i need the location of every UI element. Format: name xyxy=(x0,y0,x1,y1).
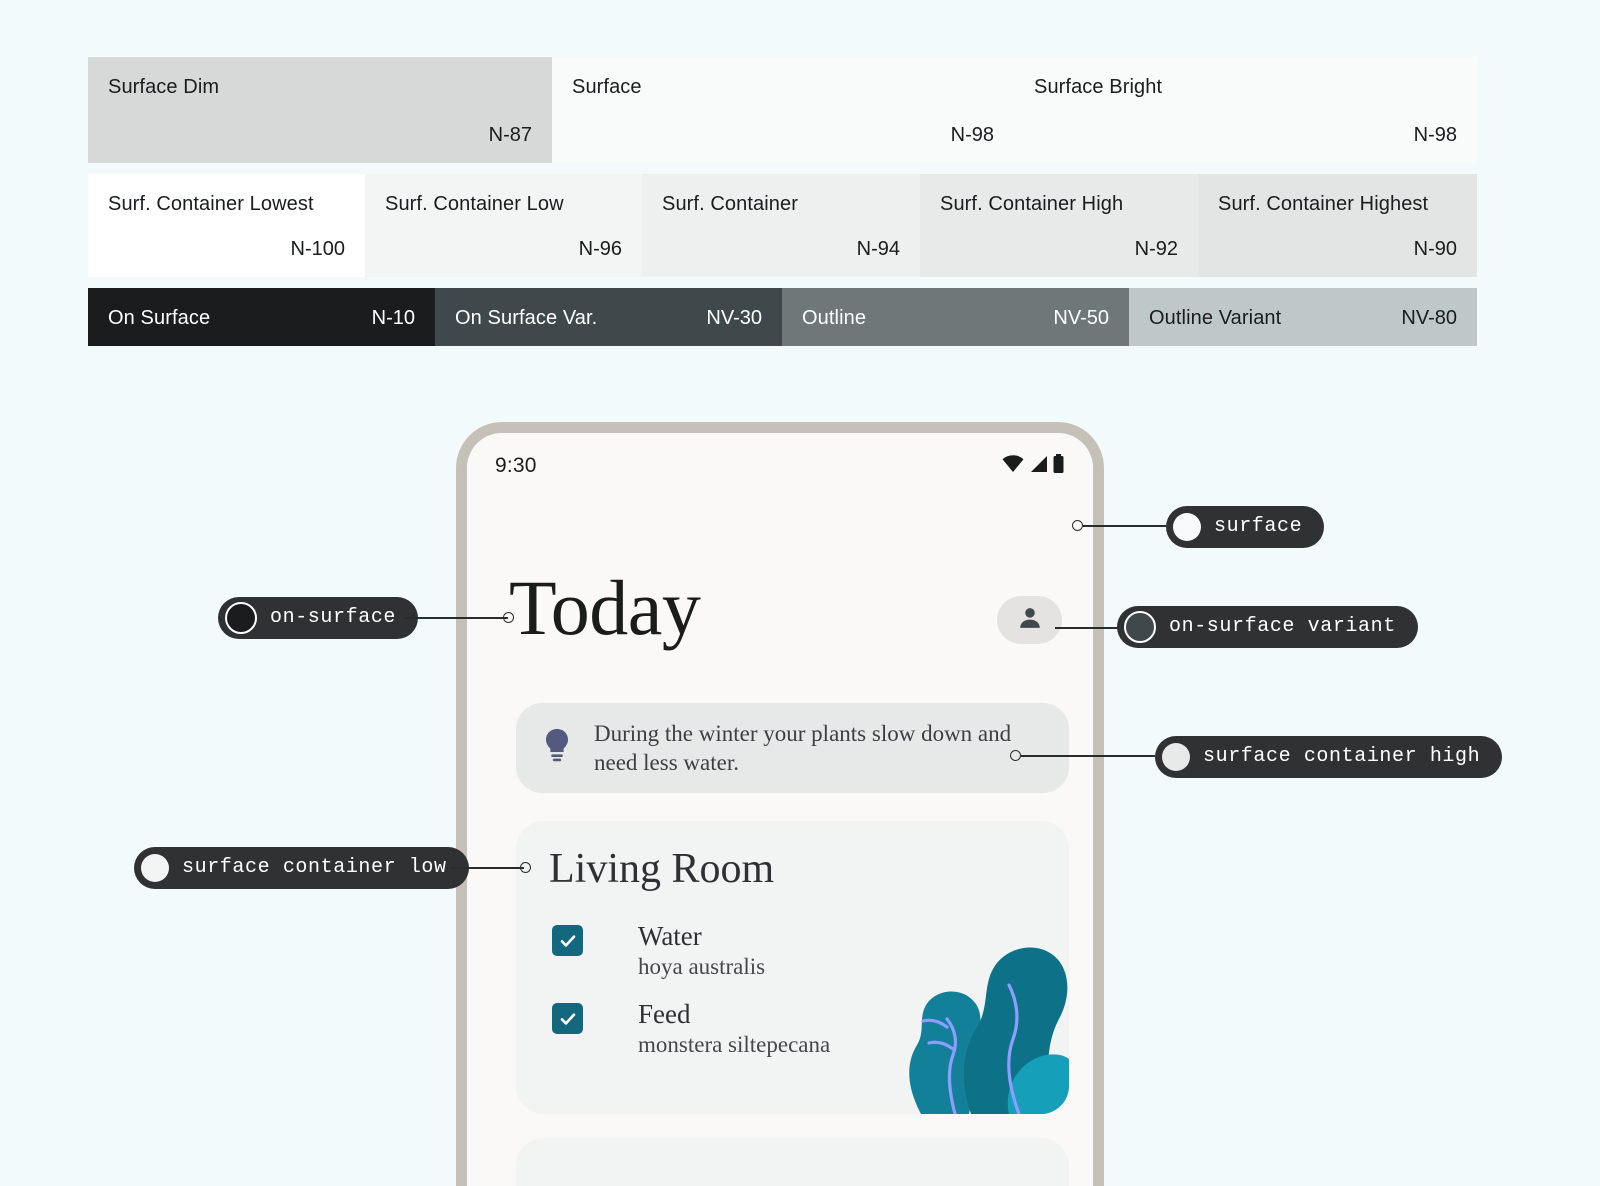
swatch-tone-value: N-10 xyxy=(371,307,415,329)
swatch-label: On Surface xyxy=(108,307,211,329)
plant-leaves-illustration xyxy=(909,947,1069,1114)
swatch-surface-dim: Surface Dim N-87 xyxy=(88,57,552,163)
phone-mockup: 9:30 Today During the winter your plants… xyxy=(456,422,1104,1186)
leader-line-surface xyxy=(1083,525,1166,527)
swatch-label: Surface xyxy=(572,76,642,98)
leader-dot-surface-container-high xyxy=(1010,750,1021,761)
battery-icon xyxy=(1052,454,1065,478)
annotation-pill-label: surface container high xyxy=(1203,745,1481,768)
task-labels: Feed monstera siltepecana xyxy=(638,999,830,1059)
swatch-label: Surf. Container Low xyxy=(385,193,564,215)
swatch-tone-value: N-90 xyxy=(1413,238,1457,260)
task-row[interactable]: Feed monstera siltepecana xyxy=(552,999,830,1059)
pill-swatch-dot xyxy=(225,602,257,634)
status-bar: 9:30 xyxy=(467,451,1093,481)
pill-swatch-dot xyxy=(141,854,169,882)
signal-icon xyxy=(1028,455,1048,478)
person-icon xyxy=(1016,604,1044,637)
pill-swatch-dot xyxy=(1162,743,1190,771)
leader-line-surface-container-low xyxy=(450,867,524,869)
swatch-tone-value: NV-30 xyxy=(706,307,762,329)
page-title: Today xyxy=(509,564,701,651)
swatch-surface: Surface N-98 xyxy=(552,57,1014,163)
swatch-surf-container-highest: Surf. Container Highest N-90 xyxy=(1198,174,1477,277)
swatch-outline-variant: Outline Variant NV-80 xyxy=(1129,288,1477,346)
leader-line-on-surface-variant xyxy=(1055,627,1121,629)
annotation-pill-on-surface-variant[interactable]: on-surface variant xyxy=(1117,606,1418,648)
leader-dot-surface-container-low xyxy=(520,862,531,873)
color-swatch-table: Surface Dim N-87 Surface N-98 Surface Bright… xyxy=(88,57,1477,346)
swatch-label: Surface Bright xyxy=(1034,76,1163,98)
task-checkbox[interactable] xyxy=(552,1003,583,1034)
swatch-on-surface-var: On Surface Var. NV-30 xyxy=(435,288,782,346)
surface-container-row: Surf. Container Lowest N-100 Surf. Contain… xyxy=(88,174,1477,277)
tip-card[interactable]: During the winter your plants slow down … xyxy=(516,703,1069,793)
task-subtitle: hoya australis xyxy=(638,954,766,979)
swatch-outline: Outline NV-50 xyxy=(782,288,1129,346)
swatch-tone-value: N-92 xyxy=(1134,238,1178,260)
wifi-icon xyxy=(1002,454,1024,478)
swatch-label: Surf. Container Highest xyxy=(1218,193,1429,215)
task-title: Feed xyxy=(638,999,691,1029)
room-card[interactable]: Living Room Water hoya australis Feed monst… xyxy=(516,821,1069,1114)
checkmark-icon xyxy=(560,934,575,947)
room-card-title: Living Room xyxy=(549,846,775,892)
phone-screen: 9:30 Today During the winter your plants… xyxy=(467,433,1093,1186)
avatar-button[interactable] xyxy=(997,596,1062,644)
leader-dot-surface xyxy=(1072,520,1083,531)
leader-dot-on-surface xyxy=(503,612,514,623)
checkmark-icon xyxy=(560,1012,575,1025)
annotation-pill-label: surface container low xyxy=(182,856,447,879)
swatch-surf-container-lowest: Surf. Container Lowest N-100 xyxy=(88,174,365,277)
swatch-tone-value: N-98 xyxy=(1413,124,1457,146)
annotation-pill-label: surface xyxy=(1214,515,1303,538)
task-row[interactable]: Water hoya australis xyxy=(552,921,765,981)
annotation-pill-surface-container-low[interactable]: surface container low xyxy=(134,847,469,889)
task-labels: Water hoya australis xyxy=(638,921,765,981)
annotation-pill-surface[interactable]: surface xyxy=(1166,506,1325,548)
swatch-label: Surf. Container Lowest xyxy=(108,193,314,215)
swatch-surf-container: Surf. Container N-94 xyxy=(642,174,920,277)
swatch-on-surface: On Surface N-10 xyxy=(88,288,435,346)
swatch-tone-value: N-94 xyxy=(856,238,900,260)
annotation-pill-on-surface[interactable]: on-surface xyxy=(218,597,419,639)
task-checkbox[interactable] xyxy=(552,925,583,956)
swatch-surface-bright: Surface Bright N-98 xyxy=(1014,57,1477,163)
swatch-surf-container-low: Surf. Container Low N-96 xyxy=(365,174,642,277)
swatch-label: Surf. Container High xyxy=(940,193,1124,215)
lightbulb-icon xyxy=(542,727,572,770)
status-bar-icons xyxy=(1002,454,1065,478)
task-title: Water xyxy=(638,921,702,951)
tip-card-text: During the winter your plants slow down … xyxy=(594,721,1012,775)
on-surface-row: On Surface N-10 On Surface Var. NV-30 Outlin… xyxy=(88,288,1477,346)
annotation-pill-surface-container-high[interactable]: surface container high xyxy=(1155,736,1503,778)
leader-line-on-surface xyxy=(404,617,508,619)
task-subtitle: monstera siltepecana xyxy=(638,1032,831,1057)
next-card[interactable] xyxy=(516,1138,1069,1186)
swatch-tone-value: N-100 xyxy=(290,238,345,260)
swatch-label: Surf. Container xyxy=(662,193,799,215)
pill-swatch-dot xyxy=(1173,513,1201,541)
swatch-tone-value: N-96 xyxy=(578,238,622,260)
swatch-tone-value: N-98 xyxy=(950,124,994,146)
swatch-surf-container-high: Surf. Container High N-92 xyxy=(920,174,1198,277)
surface-row: Surface Dim N-87 Surface N-98 Surface Bright… xyxy=(88,57,1477,163)
annotation-pill-label: on-surface variant xyxy=(1169,615,1396,638)
swatch-tone-value: N-87 xyxy=(488,124,532,146)
status-bar-time: 9:30 xyxy=(495,454,537,477)
swatch-label: Surface Dim xyxy=(108,76,220,98)
annotation-pill-label: on-surface xyxy=(270,606,397,629)
swatch-tone-value: NV-80 xyxy=(1401,307,1457,329)
swatch-tone-value: NV-50 xyxy=(1053,307,1109,329)
leader-line-surface-container-high xyxy=(1021,755,1155,757)
pill-swatch-dot xyxy=(1124,611,1156,643)
